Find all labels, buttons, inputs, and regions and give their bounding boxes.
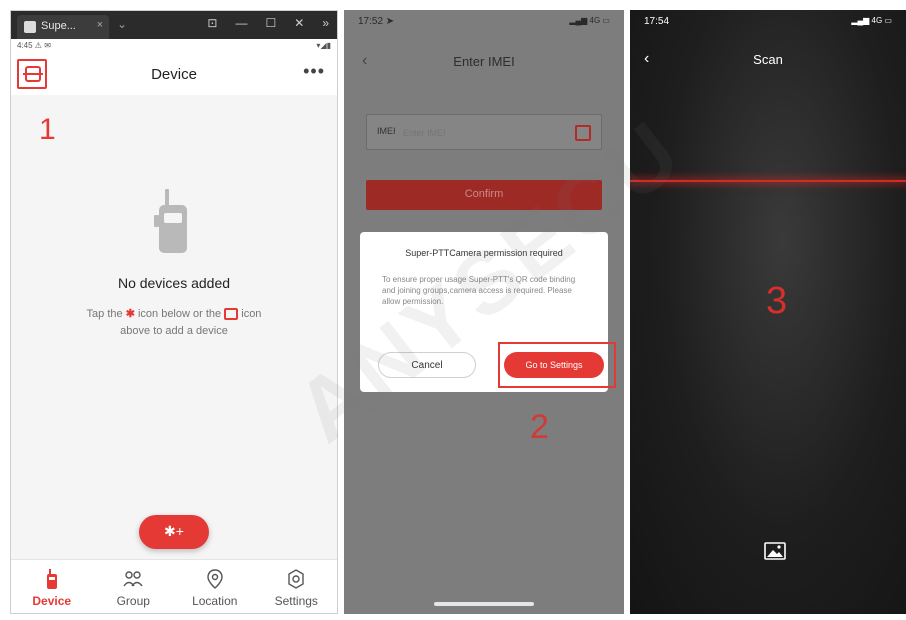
go-to-settings-button[interactable]: Go to Settings bbox=[504, 352, 604, 378]
nav-item-settings[interactable]: Settings bbox=[256, 560, 338, 613]
ios-status-bar: 17:52 ➤ ▂▄▆ 4G ▭ bbox=[344, 10, 624, 32]
bluetooth-add-inline-icon: ✱ bbox=[125, 308, 135, 320]
close-window-icon[interactable]: ✕ bbox=[294, 16, 304, 30]
imei-label: IMEI bbox=[377, 126, 396, 136]
add-bluetooth-device-button[interactable]: ✱+ bbox=[139, 515, 209, 549]
device-screen-panel: Supe... × ⌄ ⊡ — ☐ ✕ » 4:45 ⚠ ✉ ▾◢▮ Devic… bbox=[10, 10, 338, 614]
confirm-button[interactable]: Confirm bbox=[366, 180, 602, 210]
empty-state-hint-line-2: above to add a device bbox=[120, 325, 228, 337]
confirm-label: Confirm bbox=[464, 188, 504, 200]
empty-state-hint-line-1: Tap the ✱ icon below or the icon bbox=[11, 307, 337, 321]
step-number-annotation: 2 bbox=[530, 408, 549, 446]
settings-icon bbox=[288, 569, 304, 589]
radio-icon bbox=[46, 569, 57, 589]
status-time: 17:52 ➤ bbox=[358, 16, 395, 27]
window-controls: ⊡ — ☐ ✕ » bbox=[207, 16, 329, 30]
nav-item-location[interactable]: Location bbox=[174, 560, 256, 613]
cancel-button[interactable]: Cancel bbox=[378, 352, 476, 378]
enter-imei-header: ‹ Enter IMEI bbox=[344, 48, 624, 78]
camera-permission-dialog: Super-PTTCamera permission required To e… bbox=[360, 232, 616, 392]
nav-label-settings: Settings bbox=[274, 594, 318, 608]
status-time: 17:54 bbox=[644, 16, 670, 27]
nav-label-group: Group bbox=[116, 594, 150, 608]
status-right: ▾◢▮ bbox=[316, 41, 331, 50]
status-signal: ▂▄▆ 4G ▭ bbox=[851, 16, 892, 25]
more-options-button[interactable]: ••• bbox=[303, 61, 325, 82]
app-header: Device ••• bbox=[11, 55, 337, 95]
maximize-icon[interactable]: ☐ bbox=[265, 16, 276, 30]
home-indicator bbox=[434, 602, 534, 606]
emulator-window-titlebar: Supe... × ⌄ ⊡ — ☐ ✕ » bbox=[11, 11, 337, 39]
gallery-icon[interactable] bbox=[764, 542, 786, 560]
imei-input[interactable] bbox=[403, 125, 553, 141]
hint-text-middle: icon below or the bbox=[134, 308, 225, 320]
group-icon bbox=[123, 571, 143, 587]
page-title: Scan bbox=[753, 52, 783, 67]
go-to-settings-label: Go to Settings bbox=[525, 360, 583, 370]
cancel-label: Cancel bbox=[411, 360, 443, 371]
expand-sidebar-icon[interactable]: » bbox=[322, 16, 329, 30]
location-icon bbox=[207, 569, 223, 589]
scan-icon[interactable] bbox=[575, 125, 591, 141]
hint-text-after: icon bbox=[238, 308, 262, 320]
window-menu-icon[interactable]: ⊡ bbox=[207, 16, 217, 30]
window-tab-title: Supe... bbox=[41, 20, 76, 32]
nav-item-group[interactable]: Group bbox=[93, 560, 175, 613]
scan-line bbox=[630, 180, 906, 182]
bluetooth-add-icon: ✱+ bbox=[164, 523, 184, 539]
dialog-message: To ensure proper usage Super-PTT's QR co… bbox=[382, 275, 576, 306]
status-left: 4:45 ⚠ ✉ bbox=[17, 41, 51, 50]
nav-label-location: Location bbox=[192, 594, 238, 608]
android-status-bar: 4:45 ⚠ ✉ ▾◢▮ bbox=[11, 39, 337, 53]
empty-state-title: No devices added bbox=[117, 275, 231, 291]
status-signal: ▂▄▆ 4G ▭ bbox=[569, 16, 610, 25]
tab-close-icon[interactable]: × bbox=[97, 19, 103, 31]
nav-item-device[interactable]: Device bbox=[11, 560, 93, 613]
emulator-window-tab[interactable]: Supe... × bbox=[17, 15, 109, 39]
app-window-icon bbox=[24, 21, 36, 33]
tab-dropdown-icon[interactable]: ⌄ bbox=[117, 17, 127, 31]
dialog-title: Super-PTTCamera permission required bbox=[405, 248, 563, 258]
step-number-annotation: 1 bbox=[39, 113, 56, 146]
step-number-annotation: 3 bbox=[766, 280, 788, 322]
page-title: Device bbox=[151, 66, 197, 83]
scan-inline-icon bbox=[224, 308, 239, 321]
imei-field[interactable]: IMEI bbox=[366, 114, 602, 150]
minimize-icon[interactable]: — bbox=[235, 16, 247, 30]
ios-status-bar: 17:54 ▂▄▆ 4G ▭ bbox=[630, 10, 906, 32]
device-list-empty-state: 1 No devices added Tap the ✱ icon below … bbox=[11, 95, 337, 559]
bottom-navigation: Device Group Location Settings bbox=[11, 559, 338, 613]
nav-label-device: Device bbox=[32, 594, 72, 608]
hint-text-before: Tap the bbox=[86, 308, 126, 320]
scan-panel: 17:54 ▂▄▆ 4G ▭ ‹ Scan 3 bbox=[630, 10, 906, 614]
enter-imei-panel: 17:52 ➤ ▂▄▆ 4G ▭ ‹ Enter IMEI IMEI Confi… bbox=[344, 10, 624, 614]
page-title: Enter IMEI bbox=[453, 54, 515, 69]
walkie-talkie-icon bbox=[154, 189, 187, 253]
